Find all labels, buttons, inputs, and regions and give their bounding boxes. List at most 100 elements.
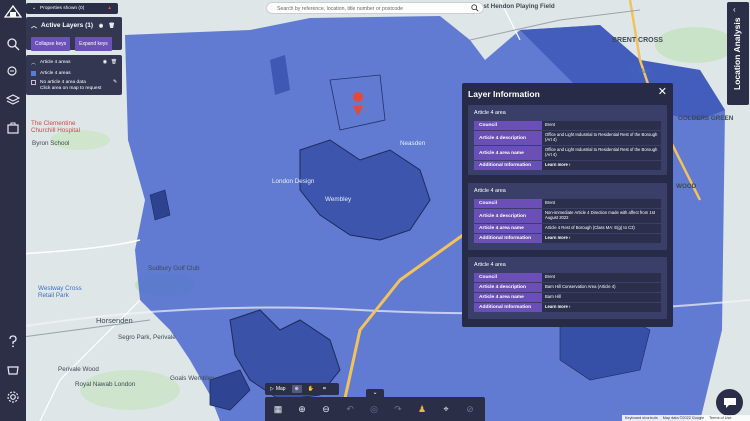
location-analysis-tab[interactable]: ‹ Location Analysis <box>727 2 749 105</box>
portfolio-icon[interactable] <box>5 120 21 136</box>
row-key: Council <box>474 273 542 282</box>
close-icon[interactable]: ✕ <box>658 85 667 98</box>
search-icon[interactable] <box>5 36 21 52</box>
chevron-up-icon[interactable]: ︿ <box>31 59 36 66</box>
crosshair-mode-icon[interactable]: ⊕ <box>291 385 302 393</box>
undo-icon[interactable]: ↶ <box>343 402 357 416</box>
location-pin-icon[interactable]: ⌖ <box>439 402 453 416</box>
place-label: Perivale Wood <box>58 366 99 373</box>
map-mode-button[interactable]: ▷ Map <box>267 385 289 393</box>
edit-icon[interactable]: ✎ <box>113 80 117 85</box>
warning-icon: ▲ <box>107 6 112 11</box>
collapse-keys-button[interactable]: Collapse keys <box>31 37 71 51</box>
place-label: Segro Park, Perivale <box>118 334 176 341</box>
legend-label: Article 4 areas <box>40 71 71 76</box>
location-pin <box>353 92 364 102</box>
place-label: GOLDERS GREEN <box>678 115 734 122</box>
layer-information-title: Layer Information <box>468 89 540 99</box>
active-layers-panel: ︿ Active Layers (1) ◉ 🗑 Collapse keys Ex… <box>26 17 122 51</box>
eye-icon[interactable]: ◉ <box>103 60 107 65</box>
row-key: Additional Information <box>474 161 542 170</box>
terms-link[interactable]: Terms of Use <box>709 416 731 420</box>
row-key: Article 4 area name <box>474 224 542 233</box>
expand-keys-button[interactable]: Expand keys <box>75 37 112 51</box>
legend-label: No article 4 area data <box>40 80 86 85</box>
row-key: Additional Information <box>474 234 542 243</box>
location-analysis-label: Location Analysis <box>732 17 742 90</box>
place-label: TK Maxx <box>628 68 653 75</box>
place-label: West Hendon Playing Field <box>474 3 555 10</box>
properties-shown-label: Properties shown (0) <box>40 6 85 11</box>
row-key: Article 4 description <box>474 283 542 292</box>
chat-support-icon[interactable] <box>716 389 743 416</box>
measure-icon[interactable]: ⊘ <box>463 402 477 416</box>
row-value: Barn Hill <box>542 293 661 302</box>
row-value: Non-immediate Article 4 Direction made w… <box>542 209 661 223</box>
row-key: Article 4 description <box>474 209 542 223</box>
place-label: Royal Nawab London <box>75 381 136 388</box>
no-data-checkbox[interactable] <box>31 80 36 85</box>
street-view-pegman-icon[interactable]: ♟ <box>415 402 429 416</box>
play-icon: ▷ <box>270 386 274 392</box>
place-label: Neasden <box>400 140 426 147</box>
row-key: Council <box>474 121 542 130</box>
active-layers-title: Active Layers (1) <box>41 22 94 29</box>
help-icon[interactable] <box>5 333 21 349</box>
trash-icon[interactable]: 🗑 <box>111 60 117 65</box>
row-value: Brent <box>542 121 661 130</box>
draw-polygon-icon[interactable]: ⌗ <box>320 385 329 393</box>
chevron-down-icon[interactable]: ⌄ <box>32 6 36 11</box>
map-data-text: Map data ©2022 Google <box>662 416 705 420</box>
chevron-up-icon[interactable]: ︿ <box>31 21 37 30</box>
place-label: Westway Cross Retail Park <box>38 285 82 299</box>
card-heading: Article 4 area <box>474 188 506 194</box>
left-sidebar <box>0 0 26 421</box>
area-search-icon[interactable] <box>5 64 21 80</box>
search-icon[interactable] <box>471 4 479 14</box>
place-label: Horsenden <box>96 316 133 325</box>
place-label: Goals Wembley <box>170 375 215 382</box>
basket-icon[interactable] <box>5 361 21 377</box>
row-value: Office and Light Industrial to Residenti… <box>542 146 661 160</box>
row-value: Brent <box>542 199 661 208</box>
map-mode-bar: ▷ Map ⊕ ✋ ⌗ <box>265 383 339 395</box>
row-key: Article 4 area name <box>474 293 542 302</box>
article4-card: Article 4 area Council Brent Article 4 de… <box>468 183 667 250</box>
street-map-icon[interactable]: ▦ <box>271 402 285 416</box>
article4-layer-panel: ︿ Article 4 areas ◉ 🗑 Article 4 areas No… <box>26 55 122 95</box>
redo-icon[interactable]: ↷ <box>391 402 405 416</box>
layers-icon[interactable] <box>5 92 21 108</box>
settings-gear-icon[interactable] <box>5 389 21 405</box>
row-key: Article 4 area name <box>474 146 542 160</box>
map-attribution: Keyboard shortcuts Map data ©2022 Google… <box>622 415 750 421</box>
article4-card: Article 4 area Council Brent Article 4 de… <box>468 105 667 175</box>
chevron-left-icon[interactable]: ‹ <box>733 5 736 14</box>
search-input[interactable]: Search by reference, location, title num… <box>266 2 484 14</box>
place-label: Byron School <box>32 140 70 147</box>
row-value: Article 4 Rest of Borough (Class MA: E(g… <box>542 224 661 233</box>
place-label: The Clementine Churchill Hospital <box>31 120 80 134</box>
article4-areas-checkbox[interactable] <box>31 71 36 76</box>
hand-pan-icon[interactable]: ✋ <box>305 385 317 393</box>
keyboard-shortcuts-link[interactable]: Keyboard shortcuts <box>625 416 658 420</box>
row-key: Additional Information <box>474 303 542 312</box>
app-logo-icon[interactable] <box>3 4 23 22</box>
globe-icon[interactable]: ◎ <box>367 402 381 416</box>
learn-more-link[interactable]: Learn more › <box>542 161 661 170</box>
app-root: West Hendon Playing Field BRENT CROSS TK… <box>0 0 750 421</box>
card-heading: Article 4 area <box>474 110 506 116</box>
eye-icon[interactable]: ◉ 🗑 <box>99 23 117 29</box>
place-label: WOOD <box>676 183 697 190</box>
learn-more-link[interactable]: Learn more › <box>542 303 661 312</box>
place-label: Wembley <box>325 196 352 203</box>
properties-shown-bar[interactable]: ⌄ Properties shown (0) ▲ <box>26 3 118 14</box>
learn-more-link[interactable]: Learn more › <box>542 234 661 243</box>
row-value: Office and Light Industrial to Residenti… <box>542 131 661 145</box>
card-heading: Article 4 area <box>474 262 506 268</box>
zoom-out-icon[interactable]: ⊖ <box>319 402 333 416</box>
row-value: Barn Hill Conservation Area (Article 4) <box>542 283 661 292</box>
search-placeholder: Search by reference, location, title num… <box>277 6 404 12</box>
legend-sublabel: Click area on map to request <box>40 85 102 91</box>
zoom-in-icon[interactable]: ⊕ <box>295 402 309 416</box>
toolbar-collapse-chevron-icon[interactable]: ⌄ <box>366 389 384 397</box>
